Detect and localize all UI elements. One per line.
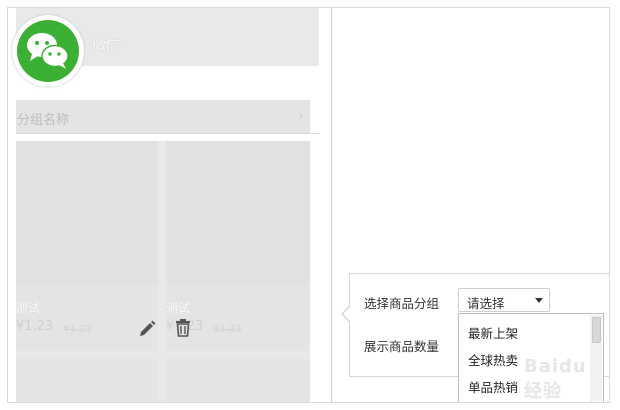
goods-price: ¥1.23 <box>16 319 54 334</box>
goods-image <box>16 141 158 283</box>
dropdown-option[interactable]: 最新上架 <box>468 323 518 342</box>
divider <box>16 133 320 134</box>
goods-name: 测试 <box>166 301 191 315</box>
trash-icon[interactable] <box>173 318 193 338</box>
goods-count-label: 展示商品数量 <box>364 339 440 354</box>
watermark: Baidu 经验 <box>524 356 587 402</box>
app-frame: 微信 分组名称 › 测试 ¥1.23 ¥1.23 测试 ¥1.23 ¥1.23 <box>7 7 610 403</box>
group-name-label: 分组名称 <box>17 113 70 128</box>
goods-grid: 测试 ¥1.23 ¥1.23 测试 ¥1.23 ¥1.23 <box>16 141 310 402</box>
group-name-bar[interactable]: 分组名称 › <box>16 100 310 134</box>
shop-logo <box>12 15 84 87</box>
dropdown-option[interactable]: 全球热卖 <box>468 350 518 369</box>
dropdown-option[interactable]: 单品热销 <box>468 377 518 396</box>
goods-original-price: ¥1.23 <box>213 324 242 335</box>
wechat-icon <box>17 20 79 82</box>
shop-preview-panel: 微信 分组名称 › 测试 ¥1.23 ¥1.23 测试 ¥1.23 ¥1.23 <box>8 8 332 402</box>
pencil-icon[interactable] <box>137 319 157 339</box>
select-group-label: 选择商品分组 <box>364 296 440 311</box>
popover-arrow-fill <box>343 307 350 321</box>
goods-name: 测试 <box>16 301 41 315</box>
chevron-right-icon: › <box>298 107 304 125</box>
caret-down-icon <box>535 298 543 303</box>
goods-original-price: ¥1.23 <box>63 324 92 335</box>
shop-name: 微信 <box>92 38 120 54</box>
goods-card[interactable] <box>16 359 158 402</box>
select-value: 请选择 <box>467 296 505 311</box>
goods-image <box>166 141 310 283</box>
scrollbar-thumb[interactable] <box>592 317 601 343</box>
goods-card[interactable] <box>166 359 310 402</box>
goods-group-select[interactable]: 请选择 <box>458 288 550 312</box>
